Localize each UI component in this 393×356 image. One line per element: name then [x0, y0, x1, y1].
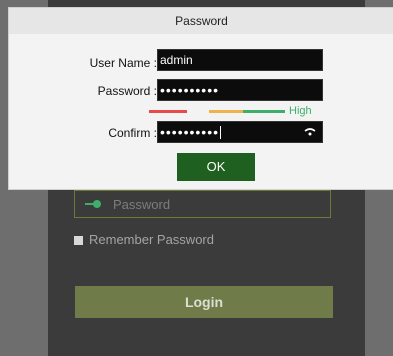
strength-label: High — [289, 105, 312, 117]
text-cursor — [220, 126, 222, 139]
confirm-input[interactable]: •••••••••• — [157, 121, 323, 143]
key-icon — [85, 200, 101, 208]
ok-button[interactable]: OK — [177, 153, 255, 181]
remember-password-label: Remember Password — [89, 232, 214, 247]
remember-password-checkbox[interactable]: Remember Password — [74, 232, 214, 247]
login-password-placeholder: Password — [113, 197, 171, 212]
password-input[interactable]: •••••••••• — [157, 79, 323, 101]
username-label: User Name : — [89, 56, 157, 70]
confirm-value: •••••••••• — [160, 124, 220, 140]
strength-bar-medium — [209, 110, 243, 113]
password-dialog: Password User Name : admin Password : ••… — [8, 7, 393, 190]
password-label: Password : — [97, 84, 157, 98]
checkbox-box[interactable] — [74, 236, 83, 245]
wifi-icon — [304, 128, 316, 136]
username-input[interactable]: admin — [157, 49, 323, 71]
confirm-label: Confirm : — [108, 126, 157, 140]
strength-bar-weak — [149, 110, 187, 113]
login-button[interactable]: Login — [75, 286, 333, 318]
dialog-title: Password — [9, 8, 393, 34]
strength-bar-high — [243, 110, 285, 113]
login-password-input[interactable]: Password — [74, 190, 331, 218]
